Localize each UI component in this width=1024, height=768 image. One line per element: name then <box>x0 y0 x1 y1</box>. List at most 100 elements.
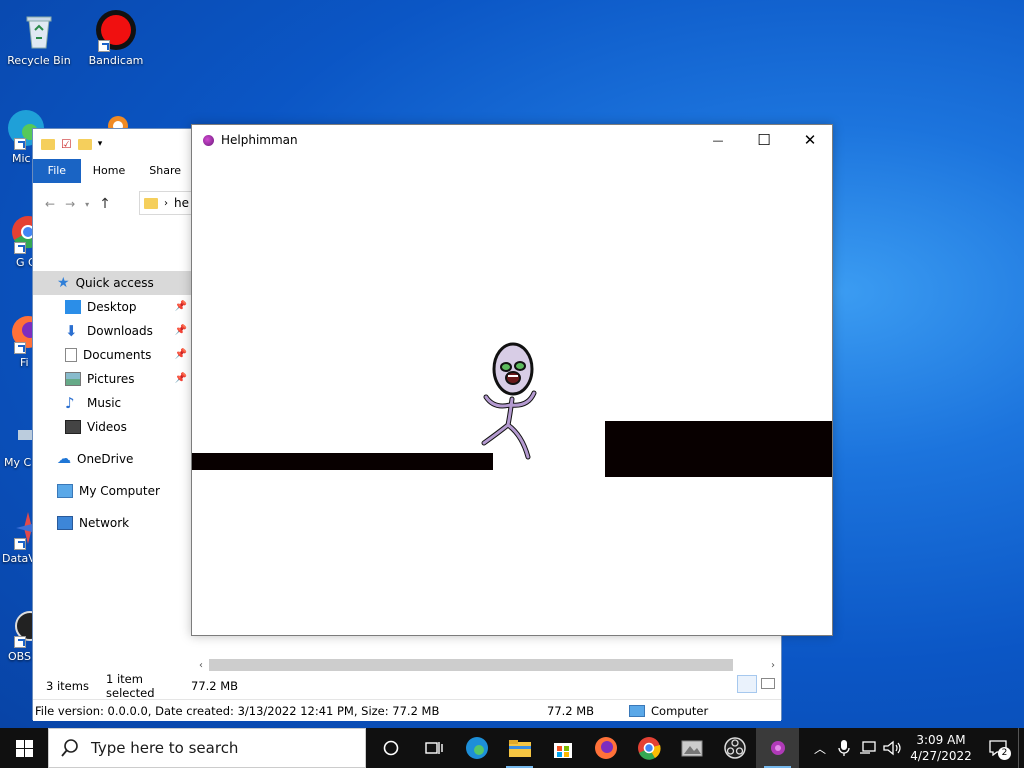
network-icon <box>57 516 73 530</box>
desktop-icon <box>65 300 81 314</box>
taskbar-chrome[interactable] <box>627 728 670 768</box>
sidebar-item-pictures[interactable]: Pictures 📌 <box>33 367 191 391</box>
taskbar-helphimman[interactable] <box>756 728 799 768</box>
network-wired-icon[interactable] <box>856 739 880 757</box>
sidebar-item-label: OneDrive <box>77 452 134 466</box>
chevron-right-icon: › <box>164 197 168 209</box>
sidebar-item-label: Desktop <box>87 300 137 314</box>
pin-icon[interactable]: 📌 <box>175 367 187 391</box>
platform-left <box>192 453 493 470</box>
show-hidden-icons-chevron-icon[interactable]: ︿ <box>808 740 832 757</box>
taskbar-store[interactable] <box>541 728 584 768</box>
document-icon <box>65 348 77 362</box>
view-buttons <box>737 675 775 693</box>
helphimman-game-window[interactable]: Helphimman — ☐ ✕ <box>191 124 833 636</box>
sidebar-item-my-computer[interactable]: My Computer <box>33 479 191 503</box>
game-canvas[interactable] <box>192 155 832 635</box>
sidebar-item-music[interactable]: ♪ Music <box>33 391 191 415</box>
recent-dropdown-icon[interactable]: ▾ <box>85 200 89 209</box>
selection-size: 77.2 MB <box>191 679 239 693</box>
quick-access-toolbar: ☑ ▾ <box>33 129 193 159</box>
taskbar-clock[interactable]: 3:09 AM 4/27/2022 <box>904 732 978 764</box>
firefox-icon <box>594 737 617 759</box>
cortana-button[interactable] <box>369 728 412 768</box>
player-character <box>481 342 537 460</box>
sidebar-item-network[interactable]: Network <box>33 511 191 535</box>
taskbar-obs[interactable] <box>713 728 756 768</box>
pin-icon[interactable]: 📌 <box>175 295 187 319</box>
film-icon <box>65 420 81 434</box>
up-arrow-icon[interactable]: ↑ <box>99 196 111 212</box>
ribbon-tabs: File Home Share <box>33 159 193 183</box>
customize-dropdown-icon[interactable]: ▾ <box>98 139 103 149</box>
title-bar[interactable]: Helphimman — ☐ ✕ <box>192 125 832 155</box>
taskbar-file-explorer[interactable] <box>498 728 541 768</box>
sidebar-item-onedrive[interactable]: ☁ OneDrive <box>33 447 191 471</box>
start-button[interactable] <box>0 728 48 768</box>
maximize-button[interactable]: ☐ <box>741 125 787 155</box>
store-bag-icon <box>553 743 572 758</box>
sidebar-item-label: Videos <box>87 420 127 434</box>
clock-time: 3:09 AM <box>916 733 966 747</box>
icon-label: Bandicam <box>88 54 144 67</box>
task-view-button[interactable] <box>412 728 455 768</box>
tab-home[interactable]: Home <box>81 159 137 183</box>
sidebar-item-quick-access[interactable]: ★ Quick access <box>33 271 191 295</box>
download-arrow-icon: ⬇ <box>65 322 78 340</box>
sidebar-item-label: My Computer <box>79 484 160 498</box>
photos-icon <box>681 740 702 757</box>
new-folder-icon[interactable] <box>77 138 92 150</box>
tab-file[interactable]: File <box>33 159 81 183</box>
desktop-icon-recycle-bin[interactable]: Recycle Bin <box>3 8 75 67</box>
scroll-left-icon[interactable]: ‹ <box>193 660 209 671</box>
horizontal-scrollbar[interactable]: ‹ › <box>193 657 781 673</box>
sidebar-item-label: Documents <box>83 348 152 362</box>
chrome-icon <box>637 737 661 760</box>
taskbar-photos-app[interactable] <box>670 728 713 768</box>
sidebar-item-documents[interactable]: Documents 📌 <box>33 343 191 367</box>
forward-arrow-icon[interactable]: → <box>65 197 75 211</box>
show-desktop-strip[interactable] <box>1018 728 1024 768</box>
sidebar-item-desktop[interactable]: Desktop 📌 <box>33 295 191 319</box>
location-text: Computer <box>651 703 709 718</box>
details-view-icon[interactable] <box>737 675 757 693</box>
item-count: 3 items <box>46 679 89 693</box>
sidebar-item-label: Network <box>79 516 130 530</box>
volume-icon[interactable] <box>880 739 904 757</box>
edge-icon <box>465 737 488 759</box>
task-view-icon <box>424 742 443 754</box>
sidebar-item-videos[interactable]: Videos <box>33 415 191 439</box>
action-center-button[interactable]: 2 <box>978 728 1018 768</box>
taskbar-edge[interactable] <box>455 728 498 768</box>
pin-icon[interactable]: 📌 <box>175 319 187 343</box>
recycle-bin-icon <box>17 8 61 52</box>
system-tray: ︿ 3:09 AM 4/27/2022 2 <box>808 728 1024 768</box>
sidebar-item-label: Downloads <box>87 324 153 338</box>
desktop-icon-bandicam[interactable]: Bandicam <box>80 8 152 67</box>
obs-icon <box>723 737 746 759</box>
taskbar-firefox[interactable] <box>584 728 627 768</box>
scrollbar-thumb[interactable] <box>209 659 733 671</box>
taskbar: Type here to search ︿ 3:09 AM 4/27/2022 <box>0 728 1024 768</box>
file-size-text: 77.2 MB <box>547 703 595 718</box>
large-icons-view-icon[interactable] <box>761 678 775 689</box>
minimize-button[interactable]: — <box>695 125 741 155</box>
address-bar[interactable]: › he <box>139 191 199 215</box>
properties-check-icon[interactable]: ☑ <box>61 137 72 151</box>
back-arrow-icon[interactable]: ← <box>45 197 55 211</box>
icon-label: Recycle Bin <box>7 54 71 67</box>
app-icon <box>203 134 214 146</box>
sidebar-item-downloads[interactable]: ⬇ Downloads 📌 <box>33 319 191 343</box>
address-text: he <box>174 196 189 210</box>
folder-icon <box>144 197 158 209</box>
star-icon: ★ <box>57 275 70 291</box>
close-button[interactable]: ✕ <box>787 125 833 155</box>
pin-icon[interactable]: 📌 <box>175 343 187 367</box>
scroll-right-icon[interactable]: › <box>765 660 781 671</box>
sidebar-item-label: Pictures <box>87 372 135 386</box>
window-title: Helphimman <box>221 133 298 147</box>
taskbar-search-box[interactable]: Type here to search <box>48 728 366 768</box>
folder-icon <box>41 138 55 150</box>
microphone-icon[interactable] <box>832 739 856 757</box>
tab-share[interactable]: Share <box>137 159 193 183</box>
